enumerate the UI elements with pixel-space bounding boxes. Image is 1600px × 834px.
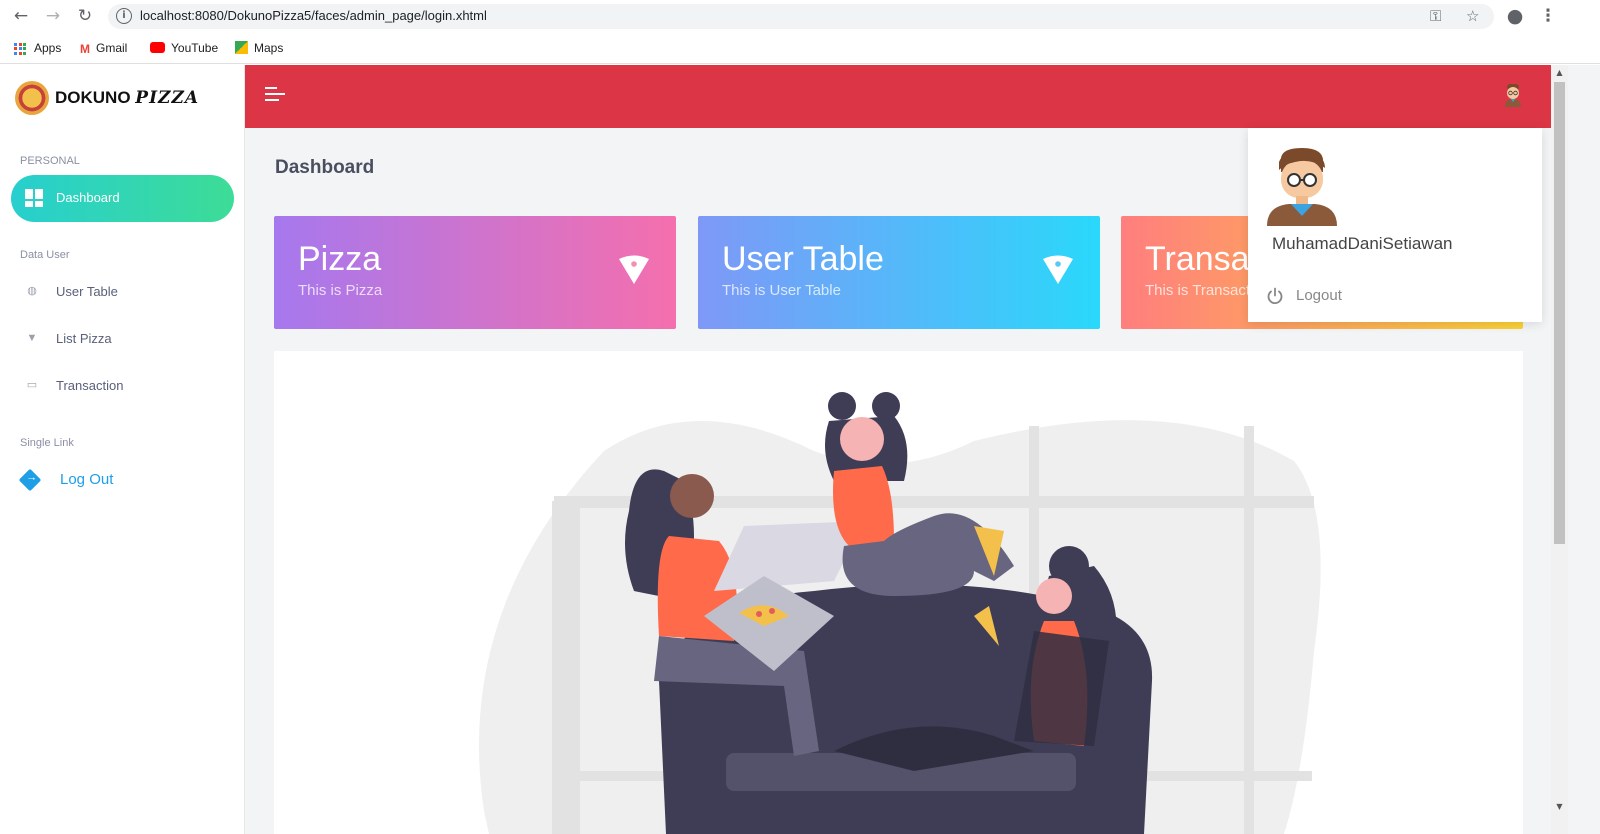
pizza-party-illustration xyxy=(479,392,1321,834)
key-icon[interactable]: ⚿ xyxy=(1430,7,1441,25)
top-navbar xyxy=(245,65,1551,128)
brand-name-styled: PIZZA xyxy=(135,88,200,108)
sidebar-item-label: List Pizza xyxy=(56,331,112,346)
logout-arrow-icon xyxy=(18,468,42,492)
menu-dots-icon[interactable]: ⋮ xyxy=(1538,6,1558,26)
sidebar-logout-link[interactable]: Log Out xyxy=(18,468,220,493)
section-label-single-link: Single Link xyxy=(20,437,74,449)
scroll-down-icon[interactable]: ▼ xyxy=(1555,802,1564,811)
sidebar: DOKUNO PIZZA PERSONAL Dashboard Data Use… xyxy=(0,65,245,834)
dashboard-icon xyxy=(25,189,43,207)
sidebar-item-label: Transaction xyxy=(56,378,124,393)
info-icon[interactable]: i xyxy=(116,8,132,24)
pizza-slice-icon xyxy=(1043,255,1073,284)
address-bar[interactable]: i localhost:8080/DokunoPizza5/faces/admi… xyxy=(108,4,1494,29)
globe-icon: ◍ xyxy=(27,285,37,297)
dropdown-logout-label: Logout xyxy=(1296,287,1342,304)
illustration-panel xyxy=(274,351,1523,834)
section-label-data-user: Data User xyxy=(20,249,70,261)
pizza-slice-icon xyxy=(619,255,649,284)
sidebar-item-transaction[interactable]: ▭ Transaction xyxy=(20,375,230,397)
pizza-logo-icon xyxy=(15,81,49,115)
star-icon[interactable]: ☆ xyxy=(1466,7,1479,25)
pizza-icon: ▼ xyxy=(26,332,38,344)
user-dropdown-menu: MuhamadDaniSetiawan Logout xyxy=(1248,128,1542,322)
user-name: MuhamadDaniSetiawan xyxy=(1272,234,1453,253)
logout-label: Log Out xyxy=(60,471,114,488)
card-subtitle: This is User Table xyxy=(722,282,841,299)
card-title: User Table xyxy=(722,240,884,278)
card-user-table[interactable]: User Table This is User Table xyxy=(698,216,1100,329)
bookmark-label: Gmail xyxy=(96,41,128,55)
section-label-personal: PERSONAL xyxy=(20,155,80,167)
app-root: DOKUNO PIZZA PERSONAL Dashboard Data Use… xyxy=(0,65,1600,834)
card-title: Pizza xyxy=(298,240,382,278)
youtube-icon xyxy=(150,42,165,54)
url-text: localhost:8080/DokunoPizza5/faces/admin_… xyxy=(140,8,487,23)
card-pizza[interactable]: Pizza This is Pizza xyxy=(274,216,676,329)
brand-name: DOKUNO PIZZA xyxy=(55,88,199,108)
sidebar-item-label: User Table xyxy=(56,284,118,299)
sidebar-item-label: Dashboard xyxy=(56,190,120,205)
user-avatar-icon[interactable] xyxy=(1503,83,1523,107)
reload-icon[interactable]: ↻ xyxy=(75,6,95,26)
bookmark-label: Apps xyxy=(34,41,62,55)
brand-name-plain: DOKUNO xyxy=(55,88,131,107)
sidebar-item-dashboard[interactable]: Dashboard xyxy=(11,175,234,222)
back-icon[interactable]: ← xyxy=(11,6,31,26)
card-subtitle: This is Pizza xyxy=(298,282,383,299)
hamburger-menu-icon[interactable] xyxy=(265,87,285,103)
bookmark-gmail[interactable]: M Gmail xyxy=(80,40,127,58)
dropdown-logout-item[interactable]: Logout xyxy=(1266,286,1386,308)
bookmark-label: YouTube xyxy=(171,41,219,55)
scroll-thumb[interactable] xyxy=(1554,82,1565,544)
scroll-up-icon[interactable]: ▲ xyxy=(1555,68,1564,77)
page-title: Dashboard xyxy=(275,157,375,178)
maps-icon xyxy=(235,41,248,55)
browser-toolbar: ← → ↻ i localhost:8080/DokunoPizza5/face… xyxy=(0,0,1600,32)
bookmark-maps[interactable]: Maps xyxy=(235,40,283,58)
apps-grid-icon xyxy=(14,42,26,55)
account-icon[interactable]: ● xyxy=(1505,6,1525,26)
page-scrollbar[interactable]: ▲ ▼ xyxy=(1551,65,1568,834)
sidebar-item-user-table[interactable]: ◍ User Table xyxy=(20,281,230,303)
gmail-icon: M xyxy=(80,41,90,56)
bookmark-apps[interactable]: Apps xyxy=(14,40,61,58)
card-icon: ▭ xyxy=(26,379,38,391)
bookmark-label: Maps xyxy=(254,41,284,55)
power-icon xyxy=(1267,287,1283,305)
user-avatar-icon xyxy=(1267,148,1337,226)
bookmark-youtube[interactable]: YouTube xyxy=(150,40,218,58)
sidebar-item-list-pizza[interactable]: ▼ List Pizza xyxy=(20,328,230,350)
bookmarks-bar: Apps M Gmail YouTube Maps xyxy=(0,33,1600,64)
forward-icon[interactable]: → xyxy=(43,6,63,26)
